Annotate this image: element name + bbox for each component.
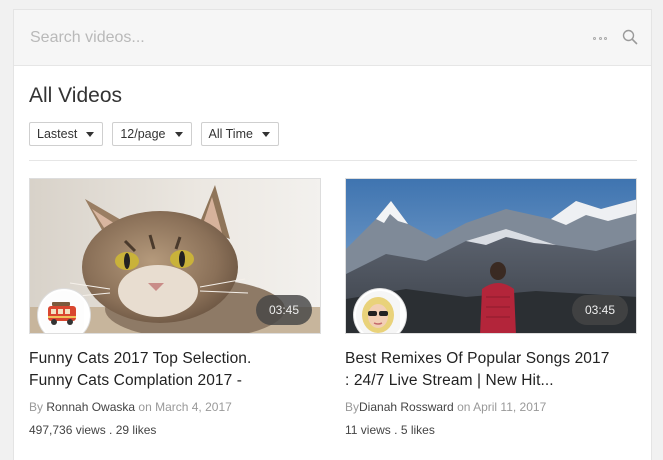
search-bar (14, 10, 651, 66)
filter-bar: Lastest 12/page All Time (29, 122, 279, 146)
on-label: on (453, 400, 474, 414)
stats-separator: . (105, 423, 116, 437)
per-page-dropdown-label: 12/page (120, 127, 166, 141)
publish-date: April 11, 2017 (473, 400, 547, 414)
video-duration: 03:45 (572, 295, 628, 325)
chevron-down-icon (174, 131, 183, 137)
chevron-down-icon (261, 131, 270, 137)
video-duration: 03:45 (256, 295, 312, 325)
video-thumbnail[interactable]: 03:45 (345, 178, 637, 334)
author-avatar[interactable] (38, 289, 90, 333)
by-label: By (29, 400, 47, 414)
view-count: 11 views (345, 423, 391, 437)
video-stats: 497,736 views . 29 likes (29, 423, 321, 437)
time-range-dropdown[interactable]: All Time (200, 122, 279, 146)
like-count: 5 likes (400, 423, 435, 437)
chevron-down-icon (86, 131, 95, 137)
author-link[interactable]: Ronnah Owaska (46, 400, 135, 414)
per-page-dropdown[interactable]: 12/page (112, 122, 192, 146)
sort-dropdown[interactable]: Lastest (29, 122, 104, 146)
video-title[interactable]: Funny Cats 2017 Top Selection. Funny Cat… (29, 348, 321, 392)
sort-dropdown-label: Lastest (37, 127, 78, 141)
video-card: 03:45 Best Remixes Of Popular Songs 2017… (345, 178, 637, 437)
stats-separator: . (390, 423, 401, 437)
video-stats: 11 views . 5 likes (345, 423, 637, 437)
video-title-line: Funny Cats Complation 2017 - (29, 372, 243, 389)
by-label: By (345, 400, 360, 414)
view-count: 497,736 views (29, 423, 106, 437)
videos-panel: All Videos Lastest 12/page All Time (13, 9, 652, 460)
like-count: 29 likes (115, 423, 157, 437)
time-range-dropdown-label: All Time (208, 127, 253, 141)
search-input[interactable] (28, 24, 552, 52)
on-label: on (135, 400, 156, 414)
author-link[interactable]: Dianah Rossward (359, 400, 454, 414)
video-meta: ByDianah Rossward on April 11, 2017 (345, 400, 637, 414)
video-meta: By Ronnah Owaska on March 4, 2017 (29, 400, 321, 414)
more-options-icon[interactable] (593, 37, 607, 41)
woman-sunglasses-avatar-icon (356, 291, 400, 333)
video-title-line: Best Remixes Of Popular Songs 2017 (345, 350, 610, 367)
search-icon[interactable] (622, 29, 638, 45)
video-title-line: Funny Cats 2017 Top Selection. (29, 350, 252, 367)
page-title: All Videos (29, 84, 123, 107)
bus-avatar-icon (40, 291, 84, 333)
video-title-line: : 24/7 Live Stream | New Hit... (345, 372, 554, 389)
video-title[interactable]: Best Remixes Of Popular Songs 2017 : 24/… (345, 348, 637, 392)
video-card: 03:45 Funny Cats 2017 Top Selection. Fun… (29, 178, 321, 437)
video-thumbnail[interactable]: 03:45 (29, 178, 321, 334)
publish-date: March 4, 2017 (155, 400, 232, 414)
divider (29, 160, 637, 161)
author-avatar[interactable] (354, 289, 406, 333)
